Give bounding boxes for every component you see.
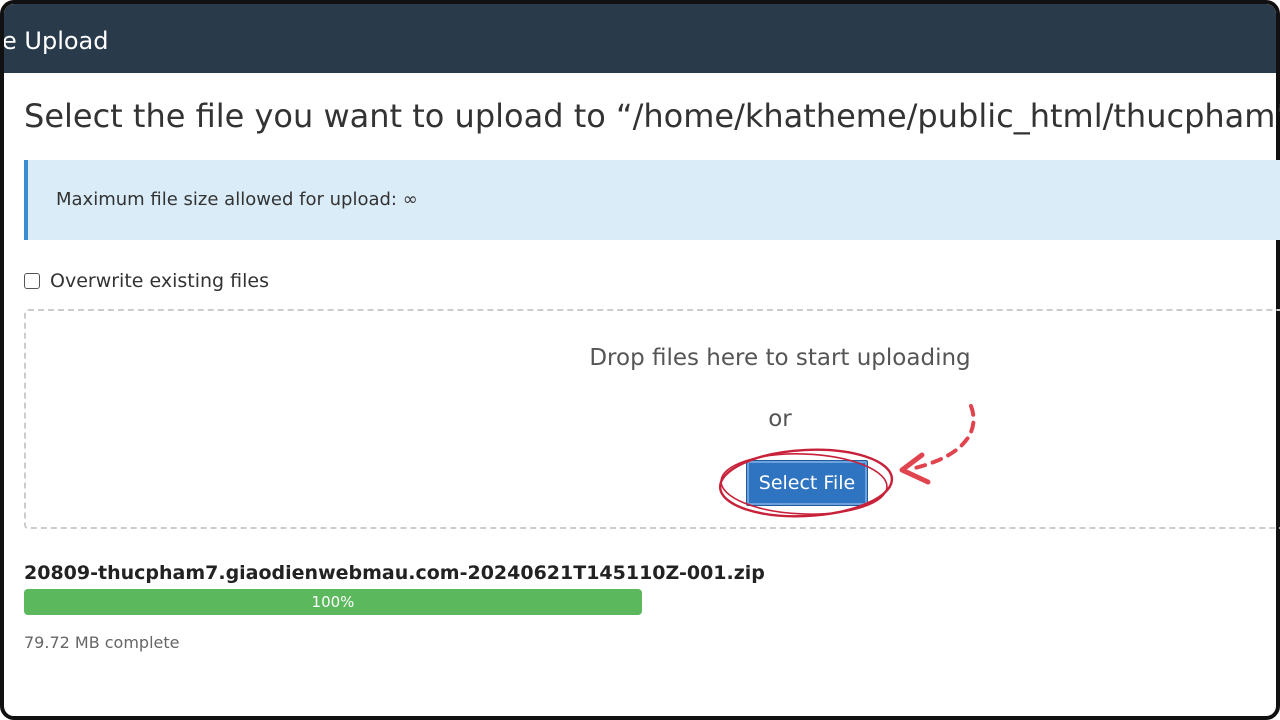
upload-file-name: 20809-thucpham7.giaodienwebmau.com-20240… (24, 562, 765, 584)
overwrite-label: Overwrite existing files (50, 270, 269, 292)
max-file-size-text: Maximum file size allowed for upload: ∞ (56, 189, 418, 210)
drop-instructions: Drop files here to start uploading (589, 345, 971, 371)
progress-label: 100% (311, 593, 355, 611)
info-alert: Maximum file size allowed for upload: ∞ (24, 160, 1280, 240)
page-title: Select the file you want to upload to “/… (24, 97, 1280, 135)
upload-status: 79.72 MB complete (24, 633, 180, 652)
overwrite-option[interactable]: Overwrite existing files (24, 268, 269, 294)
overwrite-checkbox[interactable] (24, 273, 40, 289)
drop-zone[interactable] (24, 309, 1280, 529)
upload-progress-bar: 100% (24, 589, 642, 615)
or-separator: or (768, 406, 792, 432)
modal-title: e Upload (2, 27, 109, 55)
modal-header: e Upload (4, 4, 1276, 73)
select-file-button[interactable]: Select File (746, 460, 868, 506)
